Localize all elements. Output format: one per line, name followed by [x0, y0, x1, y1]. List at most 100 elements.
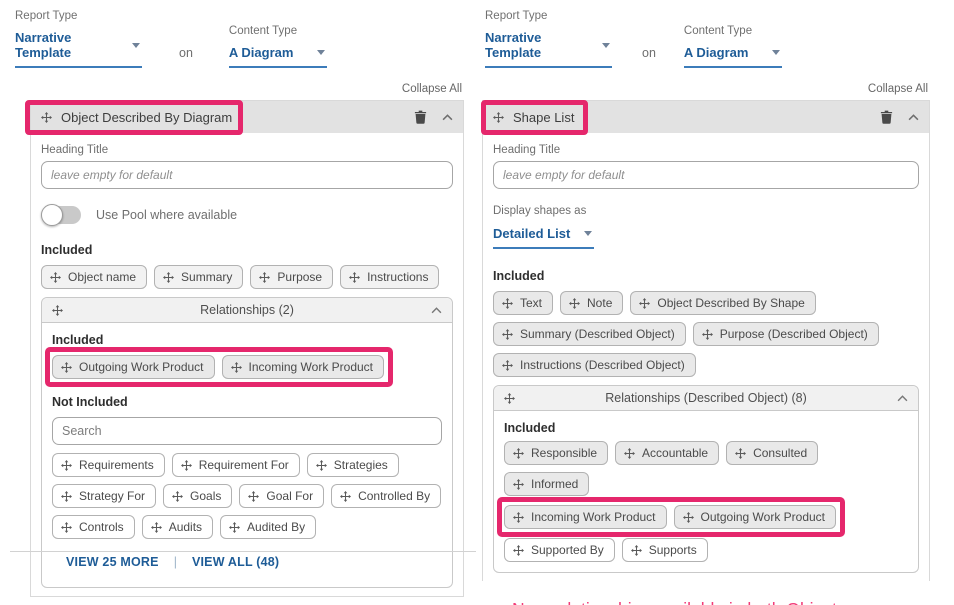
section-header[interactable]: Object Described By Diagram — [31, 101, 463, 133]
report-type-select[interactable]: Narrative Template — [485, 30, 612, 68]
move-icon — [172, 491, 183, 502]
chip-label: Instructions — [367, 270, 428, 284]
move-icon — [683, 512, 694, 523]
content-type-select[interactable]: A Diagram — [229, 45, 327, 68]
move-icon[interactable] — [504, 393, 515, 404]
relationships-title: Relationships (Described Object) (8) — [494, 391, 918, 405]
collapse-subsection-icon[interactable] — [431, 307, 442, 314]
relationship-chip[interactable]: Summary (Described Object) — [493, 322, 686, 346]
included-chip-list: Object name Summary Purpose Instructions — [41, 265, 453, 289]
included-chip-list: Responsible Accountable Consulted Inform… — [504, 441, 908, 496]
move-icon — [316, 460, 327, 471]
relationship-chip[interactable]: Strategies — [307, 453, 399, 477]
relationship-chip[interactable]: Goals — [163, 484, 232, 508]
delete-section-icon[interactable] — [414, 110, 427, 124]
relationship-chip[interactable]: Goal For — [239, 484, 324, 508]
content-type-label: Content Type — [229, 25, 327, 37]
relationship-chip[interactable]: Controlled By — [331, 484, 441, 508]
collapse-section-icon[interactable] — [442, 114, 453, 121]
relationship-chip[interactable]: Object name — [41, 265, 147, 289]
chip-label: Requirements — [79, 458, 154, 472]
chip-label: Object name — [68, 270, 136, 284]
caret-down-icon — [317, 50, 325, 55]
display-shapes-select[interactable]: Detailed List — [493, 226, 594, 249]
relationship-chip[interactable]: Strategy For — [52, 484, 156, 508]
relationship-chip[interactable]: Instructions — [340, 265, 439, 289]
move-icon — [231, 362, 242, 373]
relationship-chip[interactable]: Summary — [154, 265, 243, 289]
move-icon — [151, 522, 162, 533]
chip-label: Summary (Described Object) — [520, 327, 675, 341]
relationship-chip[interactable]: Instructions (Described Object) — [493, 353, 696, 377]
highlighted-chip-group: Outgoing Work Product Incoming Work Prod… — [52, 355, 384, 379]
relationship-chip[interactable]: Requirements — [52, 453, 165, 477]
relationship-chip[interactable]: Object Described By Shape — [630, 291, 815, 315]
move-icon — [513, 545, 524, 556]
relationships-header[interactable]: Relationships (Described Object) (8) — [494, 386, 918, 411]
relationships-subsection: Relationships (2) Included Outgoin — [41, 297, 453, 588]
relationship-chip[interactable]: Purpose — [250, 265, 333, 289]
chip-label: Goals — [190, 489, 221, 503]
collapse-section-icon[interactable] — [908, 114, 919, 121]
relationship-chip[interactable]: Supported By — [504, 538, 615, 562]
relationship-chip[interactable]: Audits — [142, 515, 213, 539]
relationships-header[interactable]: Relationships (2) — [42, 298, 452, 323]
relationship-chip[interactable]: Supports — [622, 538, 708, 562]
move-icon — [61, 491, 72, 502]
move-icon — [624, 448, 635, 459]
heading-title-input[interactable] — [493, 161, 919, 189]
move-icon — [504, 393, 515, 404]
heading-title-input[interactable] — [41, 161, 453, 189]
view-all-link[interactable]: VIEW ALL (48) — [192, 555, 279, 569]
relationship-chip[interactable]: Outgoing Work Product — [52, 355, 215, 379]
relationship-chip[interactable]: Controls — [52, 515, 135, 539]
use-pool-toggle[interactable] — [43, 206, 81, 224]
relationship-chip[interactable]: Note — [560, 291, 623, 315]
report-controls-right: Report Type Narrative Template on Conten… — [482, 10, 930, 68]
relationship-chip[interactable]: Responsible — [504, 441, 608, 465]
move-icon — [61, 362, 72, 373]
content-type-select[interactable]: A Diagram — [684, 45, 782, 68]
relationship-chip[interactable]: Informed — [504, 472, 589, 496]
move-icon[interactable] — [52, 305, 63, 316]
collapse-all-link[interactable]: Collapse All — [482, 83, 928, 95]
relationship-chip[interactable]: Incoming Work Product — [504, 505, 667, 529]
relationship-chip[interactable]: Audited By — [220, 515, 316, 539]
move-icon — [502, 329, 513, 340]
move-icon[interactable] — [41, 112, 52, 123]
move-icon — [513, 479, 524, 490]
section-header[interactable]: Shape List — [483, 101, 929, 133]
move-icon — [735, 448, 746, 459]
relationship-chip[interactable]: Requirement For — [172, 453, 300, 477]
move-icon — [502, 360, 513, 371]
move-icon — [181, 460, 192, 471]
view-more-link[interactable]: VIEW 25 MORE — [66, 555, 159, 569]
move-icon — [502, 329, 513, 340]
relationship-chip[interactable]: Consulted — [726, 441, 818, 465]
heading-title-label: Heading Title — [493, 144, 919, 156]
report-type-select[interactable]: Narrative Template — [15, 30, 142, 68]
move-icon — [631, 545, 642, 556]
relationship-chip[interactable]: Text — [493, 291, 553, 315]
chip-label: Audited By — [247, 520, 305, 534]
move-icon[interactable] — [493, 112, 504, 123]
chip-label: Controlled By — [358, 489, 430, 503]
collapse-all-link[interactable]: Collapse All — [30, 83, 462, 95]
relationship-chip[interactable]: Incoming Work Product — [222, 355, 385, 379]
move-icon — [61, 491, 72, 502]
search-input[interactable] — [52, 417, 442, 445]
collapse-subsection-icon[interactable] — [897, 395, 908, 402]
chip-label: Purpose — [277, 270, 322, 284]
relationship-chip[interactable]: Purpose (Described Object) — [693, 322, 879, 346]
chip-label: Responsible — [531, 446, 597, 460]
included-chip-list: Outgoing Work Product Incoming Work Prod… — [52, 355, 384, 379]
move-icon — [639, 298, 650, 309]
move-icon — [569, 298, 580, 309]
relationship-chip[interactable]: Accountable — [615, 441, 719, 465]
delete-section-icon[interactable] — [880, 110, 893, 124]
chip-label: Strategy For — [79, 489, 145, 503]
chip-label: Strategies — [334, 458, 388, 472]
relationship-chip[interactable]: Outgoing Work Product — [674, 505, 837, 529]
move-icon — [683, 512, 694, 523]
move-icon — [502, 298, 513, 309]
